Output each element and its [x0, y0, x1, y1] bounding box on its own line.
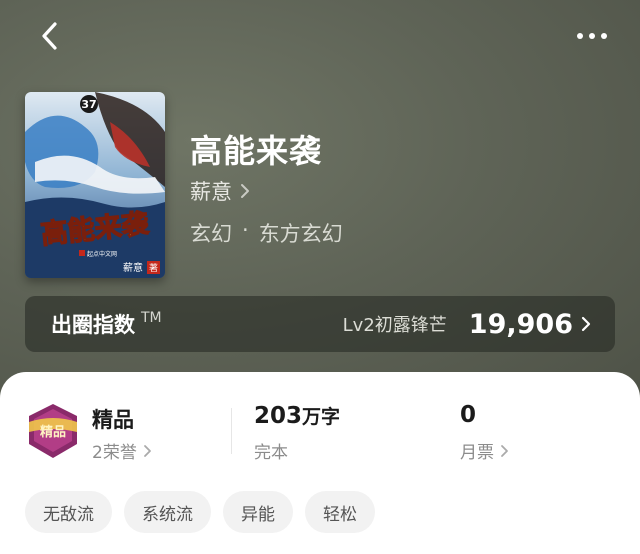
- stats-divider: [231, 408, 232, 454]
- cover-author: 薪意: [123, 261, 143, 274]
- word-count-unit: 万字: [302, 406, 341, 428]
- back-button[interactable]: [30, 16, 70, 56]
- index-trademark: TM: [141, 310, 162, 326]
- chevron-left-icon: [42, 22, 57, 50]
- monthly-votes-count: 0: [460, 402, 477, 428]
- tag-chip[interactable]: 异能: [223, 491, 293, 533]
- more-button[interactable]: [572, 16, 612, 56]
- chevron-right-icon: [581, 316, 591, 332]
- monthly-votes-label: 月票: [460, 443, 494, 463]
- index-label: 出圈指数: [51, 313, 135, 337]
- word-count: 203万字: [254, 402, 340, 429]
- book-header: 37 高能来袭 起点中文网 薪意 著 高能来袭 薪意 玄幻 · 东方玄幻 出圈指…: [0, 0, 640, 400]
- cover-seal: 著: [149, 262, 158, 274]
- premium-badge-icon: 精品: [29, 404, 77, 458]
- top-bar: [0, 0, 640, 70]
- book-cover-art: 37 高能来袭 起点中文网 薪意 著: [25, 92, 165, 278]
- index-arrow: [581, 316, 591, 332]
- quality-title: 精品: [92, 408, 134, 432]
- cover-publisher: 起点中文网: [87, 250, 117, 258]
- tag-list: 无敌流 系统流 异能 轻松: [25, 491, 375, 533]
- genre-separator: ·: [242, 218, 249, 242]
- genre-secondary[interactable]: 东方玄幻: [259, 218, 343, 248]
- index-value: 19,906: [468, 308, 573, 340]
- chevron-right-icon: [501, 444, 508, 457]
- genre-primary[interactable]: 玄幻: [190, 218, 232, 248]
- popularity-index-card[interactable]: 出圈指数 TM Lv2初露锋芒 19,906: [25, 296, 615, 352]
- tag-chip[interactable]: 系统流: [124, 491, 211, 533]
- quality-badge-icon[interactable]: 精品: [25, 402, 81, 460]
- chevron-right-icon: [143, 444, 151, 457]
- tag-chip[interactable]: 轻松: [305, 491, 375, 533]
- word-count-number: 203: [254, 403, 303, 429]
- honors-count: 2荣誉: [92, 443, 137, 463]
- book-title: 高能来袭: [190, 132, 323, 170]
- chevron-right-icon: [241, 184, 249, 198]
- book-info-panel: 精品 精品 2荣誉 203万字 完本 0 月票 无敌流 系统流 异能 轻松: [0, 372, 640, 554]
- honors-link[interactable]: 2荣誉: [92, 438, 152, 463]
- tag-chip[interactable]: 无敌流: [25, 491, 112, 533]
- cover-number: 37: [81, 98, 96, 111]
- index-level: Lv2初露锋芒: [342, 315, 447, 336]
- completion-status: 完本: [254, 443, 288, 463]
- author-link[interactable]: 薪意: [190, 176, 250, 206]
- badge-text: 精品: [40, 424, 66, 440]
- author-name: 薪意: [190, 180, 232, 204]
- monthly-votes-link[interactable]: 月票: [460, 438, 509, 463]
- book-cover[interactable]: 37 高能来袭 起点中文网 薪意 著: [25, 92, 165, 278]
- genre-line: 玄幻 · 东方玄幻: [190, 218, 343, 248]
- more-horizontal-icon: [577, 33, 607, 39]
